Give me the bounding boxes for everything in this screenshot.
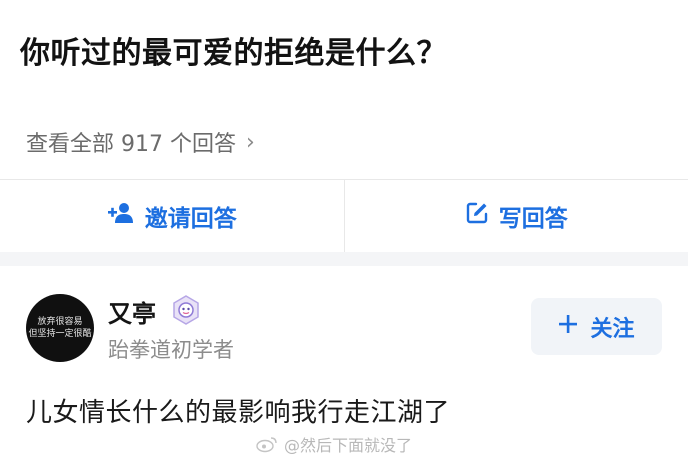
invite-answer-button[interactable]: 邀请回答	[0, 180, 344, 252]
question-title: 你听过的最可爱的拒绝是什么？	[20, 36, 447, 71]
plus-icon	[558, 314, 578, 340]
answer-excerpt[interactable]: 儿女情长什么的最影响我行走江湖了	[26, 392, 450, 429]
add-person-icon	[107, 202, 135, 230]
follow-button[interactable]: 关注	[531, 298, 662, 355]
avatar-text-line1: 放弃很容易	[37, 317, 83, 327]
write-answer-button[interactable]: 写回答	[345, 180, 688, 252]
avatar[interactable]: 放弃很容易 但坚持一定很酷	[26, 294, 94, 362]
creator-badge-icon[interactable]	[170, 294, 202, 326]
follow-label: 关注	[590, 316, 635, 342]
invite-answer-label: 邀请回答	[144, 206, 237, 232]
action-bar: 邀请回答 写回答	[0, 180, 688, 252]
watermark: @然后下面就没了	[256, 432, 412, 456]
write-answer-label: 写回答	[498, 206, 568, 232]
weibo-logo-icon	[256, 435, 278, 453]
author-bio: 跆拳道初学者	[108, 338, 234, 362]
section-separator	[0, 252, 688, 266]
author-name[interactable]: 又亭	[108, 294, 156, 329]
avatar-text-line2: 但坚持一定很酷	[28, 329, 92, 339]
watermark-text: @然后下面就没了	[284, 436, 413, 455]
edit-icon	[465, 201, 489, 231]
chevron-right-icon: ›	[245, 129, 255, 155]
view-all-answers-label: 查看全部 917 个回答	[26, 132, 236, 157]
view-all-answers-link[interactable]: 查看全部 917 个回答 ›	[26, 126, 255, 158]
